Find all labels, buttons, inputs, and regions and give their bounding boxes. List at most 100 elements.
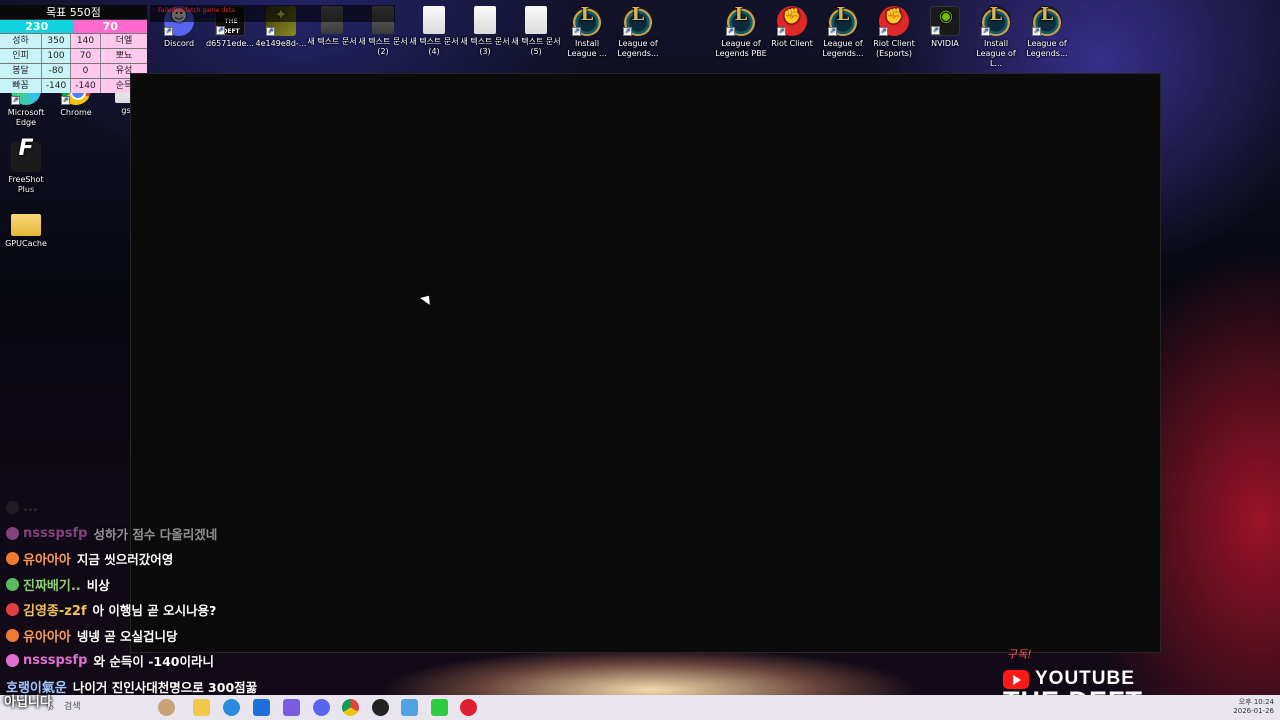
desktop-icon-label: Riot Client (Esports) [873,39,915,58]
desktop-icon-installlol2[interactable]: ↗ Install League of L... [970,6,1022,69]
nvidia-icon: ↗ [930,6,961,36]
desktop-icon-label: Install League of L... [976,39,1016,68]
chat-avatar-icon [6,552,19,566]
desktop-icon-label: League of Legends... [822,39,864,58]
desktop-icon-label: 새 텍스트 문서 (4) [409,37,459,56]
score-row: 빠꼼 -140 -140 순득 [0,78,147,93]
chat-nickname: 유아아아 [23,553,71,569]
scoreboard-title: 목표 550점 [0,5,147,20]
edge-taskbar-icon[interactable] [223,699,240,716]
shortcut-arrow-icon: ↗ [266,27,275,36]
player-score-right: -140 [70,79,100,93]
file-explorer-icon[interactable] [193,699,210,716]
chrome-taskbar-icon[interactable] [342,699,359,716]
lol-icon: ↗ [981,6,1011,36]
chat-overlay: ... nssspsfp 성하가 점수 다올리겠네유아아아 지금 씻으러갔어영진짜배기… [0,495,300,699]
desktop-icon-label: Riot Client [771,39,813,48]
doc-icon [423,6,445,34]
record-icon[interactable] [460,699,477,716]
chat-text: 넹넹 곧 오실겁니당 [76,628,178,644]
obs-icon[interactable] [372,699,389,716]
shortcut-arrow-icon: ↗ [777,27,786,36]
desktop-icon-nvidia[interactable]: ↗ NVIDIA [919,6,971,49]
notepad-icon[interactable] [401,699,418,716]
player-score-left: -80 [42,64,70,78]
desktop-icon-label: League of Legends... [1026,39,1068,58]
desktop-icon-txt4[interactable]: 새 텍스트 문서 (4) [408,6,460,57]
chat-message: 유아아아 지금 씻으러갔어영 [0,546,300,572]
shortcut-arrow-icon: ↗ [1032,27,1041,36]
player-name-right: 더엘 [100,34,147,48]
desktop-icon-installlol1[interactable]: ↗ Install League ... [561,6,613,59]
taskbar-clock[interactable]: 오후 10:24 2026-01-26 [1233,698,1274,716]
desktop-icon-lolpbe[interactable]: ↗ League of Legends PBE [715,6,767,59]
desktop-icon-riotesports[interactable]: ↗ Riot Client (Esports) [868,6,920,59]
chat-nickname: 김영종-z2f [23,604,87,620]
chat-text: 나이거 진인사대천명으로 300점꿇 [72,679,258,695]
desktop-icon-label: d6571ede... [206,39,254,48]
chat-text: 성하가 점수 다올리겠네 [93,526,218,542]
chat-nickname: 유아아아 [23,629,71,645]
lol-icon: ↗ [726,6,756,36]
desktop-icon-label: 새 텍스트 문서 (2) [358,37,408,56]
player-name-right: 뽀뇨 [100,49,147,63]
clock-date: 2026-01-26 [1233,707,1274,715]
desktop-icon-lol2[interactable]: ↗ League of Legends... [817,6,869,59]
score-row: 인피 100 70 뽀뇨 [0,48,147,63]
shortcut-arrow-icon: ↗ [726,27,735,36]
chat-nickname: nssspsfp [23,653,88,669]
player-name-left: 성하 [0,34,42,48]
chat-message: 진짜배기.. 비상 [0,572,300,598]
chat-nickname: nssspsfp [23,525,88,541]
desktop-icon-label: FreeShot Plus [8,175,44,194]
player-score-left: 350 [42,34,70,48]
desktop-icon-label: Chrome [60,108,92,117]
shortcut-arrow-icon: ↗ [623,27,632,36]
desktop-icon-label: 새 텍스트 문서 [307,37,357,46]
chat-avatar-icon [6,654,19,668]
chat-avatar-icon [6,501,19,515]
discord-taskbar-icon[interactable] [313,699,330,716]
desktop-icon-label: Install League ... [567,39,607,58]
desktop-icon-label: NVIDIA [931,39,959,48]
mail-icon[interactable] [253,699,270,716]
chat-nickname: 진짜배기.. [23,578,81,594]
player-name-left: 인피 [0,49,42,63]
player-score-right: 0 [70,64,100,78]
team-right-total: 70 [73,20,147,33]
shortcut-arrow-icon: ↗ [61,96,70,105]
chat-message: 유아아아 넹넹 곧 오실겁니당 [0,623,300,649]
chat-text: 비상 [86,577,110,593]
fetch-error-message: Failed to fetch game data [150,5,395,22]
chat-text: 아 이행님 곧 오시나용? [92,603,217,619]
desktop-icon-lol1[interactable]: ↗ League of Legends... [612,6,664,59]
doc-icon [525,6,547,34]
score-row: 봉달 -80 0 유성 [0,63,147,78]
desktop-icon-gpucache[interactable]: GPUCache [0,208,52,249]
desktop-icon-txt5[interactable]: 새 텍스트 문서 (5) [510,6,562,57]
desktop-icon-freeshot[interactable]: FreeShot Plus [0,142,52,195]
freeshot-icon [11,142,41,172]
chat-message: ... [0,495,300,521]
desktop-icon-txt3[interactable]: 새 텍스트 문서 (3) [459,6,511,57]
chat-avatar-icon [6,526,19,540]
chat-text: 지금 씻으러갔어영 [76,552,174,568]
widgets-icon[interactable] [158,699,175,716]
chat-nickname: ... [23,500,38,516]
chat-message: 김영종-z2f 아 이행님 곧 오시나용? [0,597,300,623]
desktop-icon-label: GPUCache [5,239,47,248]
riot-icon: ↗ [777,6,807,36]
player-name-left: 빠꼼 [0,79,42,93]
desktop-icon-lol3[interactable]: ↗ League of Legends... [1021,6,1073,59]
player-name-left: 봉달 [0,64,42,78]
desktop-icon-label: 4e149e8d-... [255,39,307,48]
lol-icon: ↗ [828,6,858,36]
app-grid-icon[interactable] [283,699,300,716]
lol-icon: ↗ [1032,6,1062,36]
chat-avatar-icon [6,603,19,617]
system-tray: 오후 10:24 2026-01-26 [1110,695,1280,720]
freeshot-taskbar-icon[interactable] [431,699,448,716]
scoreboard-overlay: 목표 550점 230 70 성하 350 140 더엘 인피 100 70 뽀뇨 봉달 -80 0… [0,5,147,96]
desktop-icon-label: League of Legends PBE [715,39,767,58]
desktop-icon-riot[interactable]: ↗ Riot Client [766,6,818,49]
